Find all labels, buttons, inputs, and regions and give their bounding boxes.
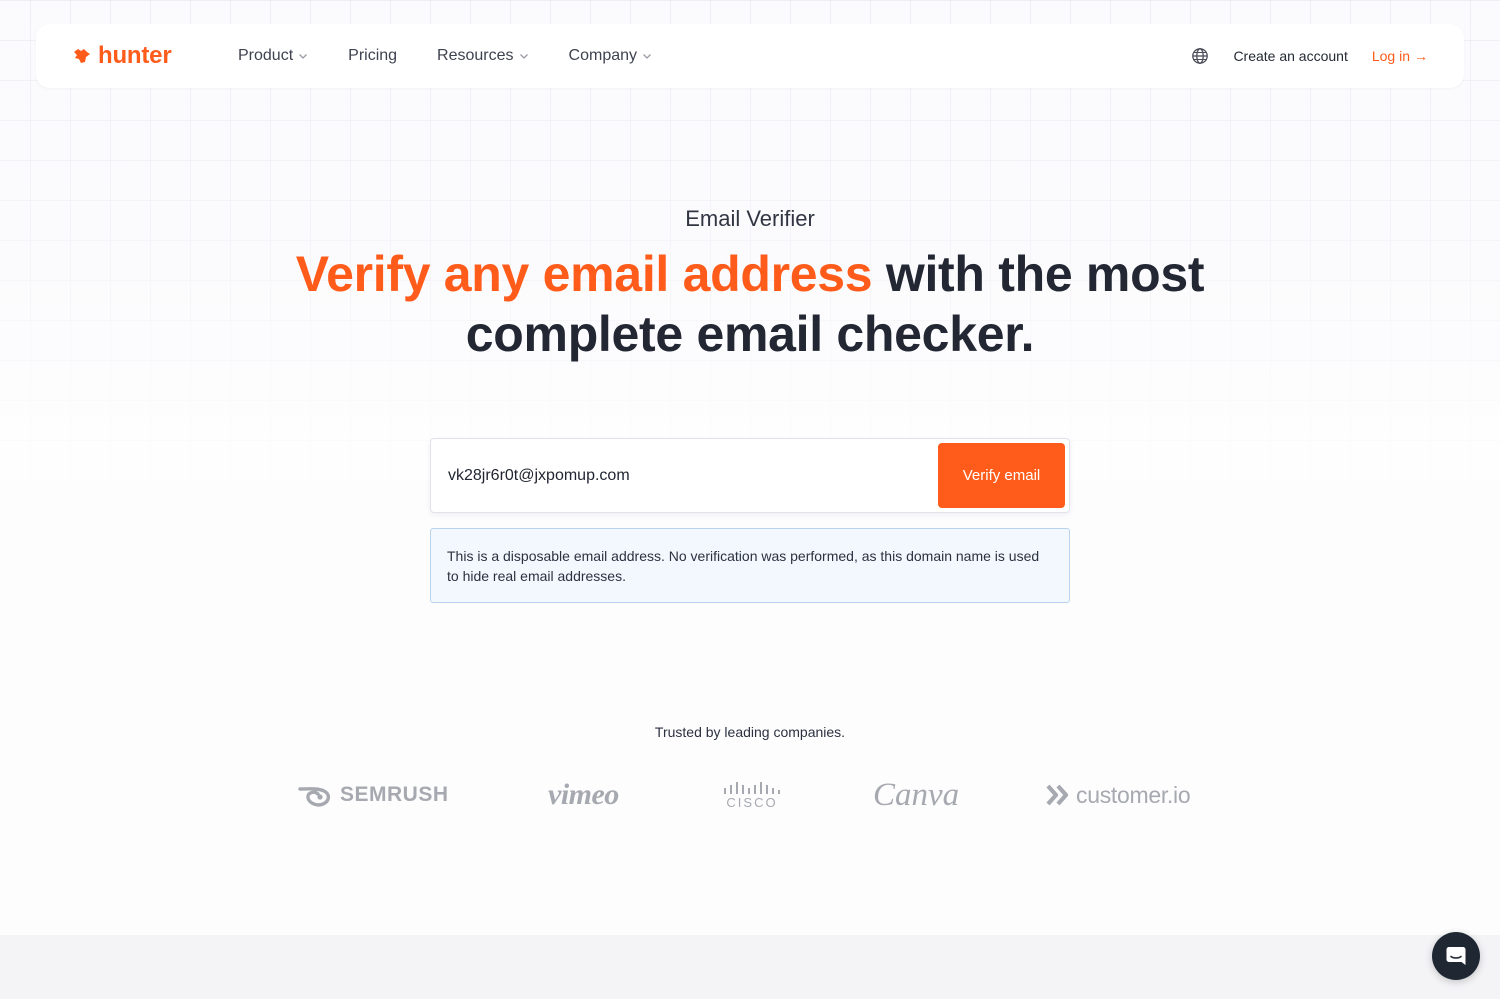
brand-logo[interactable]: hunter [72,42,172,69]
cisco-logo: CISCO [722,770,782,820]
nav-item-label: Product [238,47,294,64]
chat-bubble-icon [1446,947,1466,965]
canva-logo: Canva [873,770,959,820]
login-link[interactable]: Log in → [1372,48,1428,64]
disposable-email-notice: This is a disposable email address. No v… [430,528,1070,603]
chevron-down-icon [519,54,528,59]
email-verify-form: Verify email [430,438,1070,513]
nav-actions: Create an account Log in → [1191,24,1428,88]
customerio-chevrons-icon [1046,784,1069,806]
headline-accent: Verify any email address [295,246,873,302]
hunter-fox-icon [74,49,90,63]
nav-item-label: Company [568,47,638,64]
semrush-fireball-icon [298,787,331,807]
customerio-wordmark: customer.io [1076,781,1191,808]
chevron-down-icon [643,54,651,59]
globe-icon[interactable] [1191,47,1209,65]
arrow-right-icon: → [1414,48,1428,64]
trusted-by-title: Trusted by leading companies. [654,724,846,740]
chevron-down-icon [299,54,308,59]
nav-item-company[interactable]: Company [569,47,652,65]
vimeo-wordmark: vimeo [548,778,619,811]
customerio-logo: customer.io [1046,770,1191,820]
semrush-logo: SEMRUSH [298,770,449,820]
main-nav: Product Pricing Resources Company [238,24,692,88]
customer-logos: SEMRUSH vimeo CISCO Canva customer.io [0,770,1500,820]
create-account-link[interactable]: Create an account [1233,48,1347,64]
email-input[interactable] [432,440,932,511]
page-eyebrow: Email Verifier [685,206,815,231]
vimeo-logo: vimeo [548,770,619,820]
nav-item-pricing[interactable]: Pricing [348,47,397,65]
footer-band [0,935,1500,999]
verify-email-button[interactable]: Verify email [938,443,1065,508]
chat-launcher-button[interactable] [1432,932,1480,980]
semrush-wordmark: SEMRUSH [340,783,449,806]
login-label: Log in [1371,48,1410,64]
nav-item-label: Pricing [348,47,398,64]
canva-wordmark: Canva [873,776,960,813]
nav-item-label: Resources [437,47,514,64]
cisco-bars-icon [724,781,780,794]
page-headline: Verify any email address with the most c… [250,244,1250,364]
top-navbar: hunter Product Pricing Resources Company… [36,24,1464,88]
cisco-wordmark: CISCO [726,794,778,810]
nav-item-resources[interactable]: Resources [437,47,528,65]
brand-name: hunter [98,42,172,69]
nav-item-product[interactable]: Product [238,47,308,65]
